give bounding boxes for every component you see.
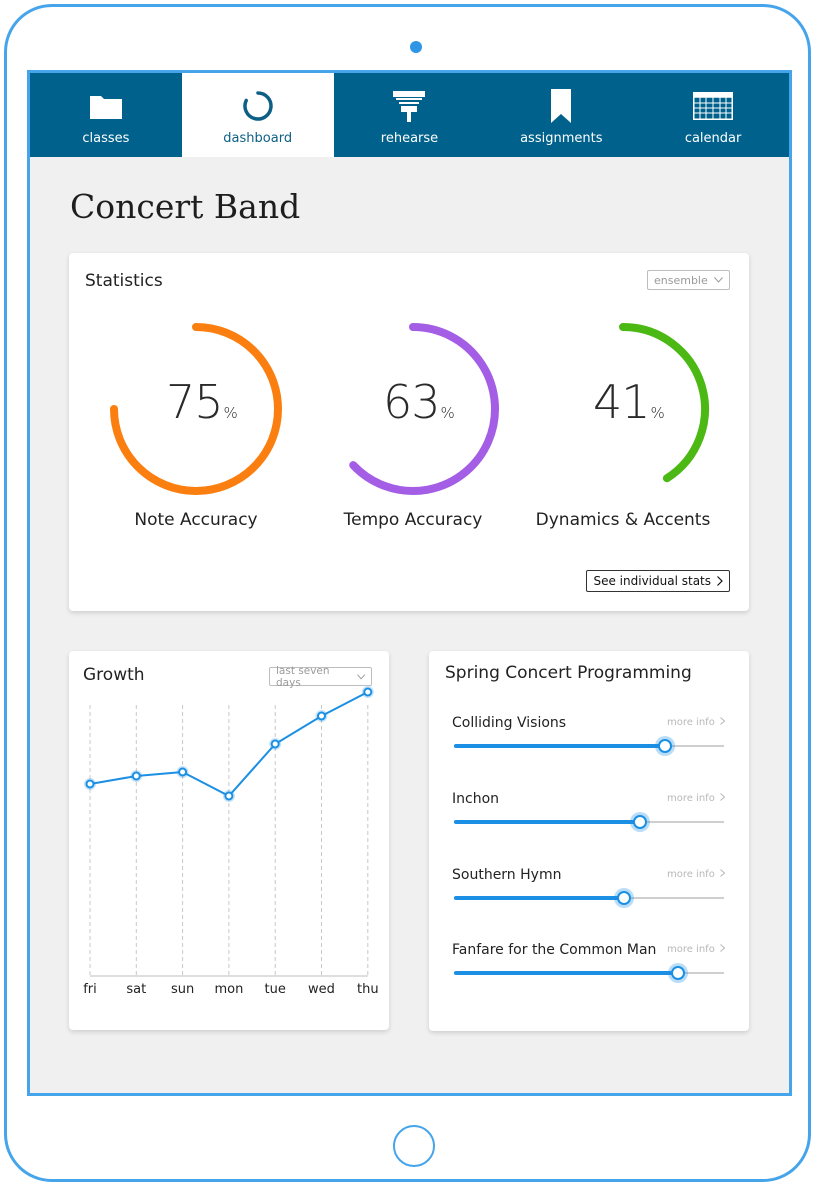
nav-item-dashboard[interactable]: dashboard xyxy=(181,73,334,157)
nav-label: classes xyxy=(82,131,130,146)
program-title: Southern Hymn xyxy=(452,867,562,883)
x-tick-label: sun xyxy=(171,982,194,997)
program-item: Colliding Visions more info xyxy=(429,715,749,775)
chevron-right-icon xyxy=(720,717,726,725)
nav-label: rehearse xyxy=(380,131,439,146)
x-tick-label: mon xyxy=(214,982,243,997)
home-button[interactable] xyxy=(393,1125,435,1167)
slider-handle[interactable] xyxy=(617,891,632,905)
dashboard-ring-icon xyxy=(242,89,274,123)
x-tick-label: wed xyxy=(308,982,335,997)
x-tick-label: fri xyxy=(83,982,97,997)
button-label: See individual stats xyxy=(593,574,711,588)
progress-slider[interactable] xyxy=(454,966,724,980)
progress-fill xyxy=(454,971,679,975)
more-info-label: more info xyxy=(666,944,715,955)
slider-handle[interactable] xyxy=(671,966,686,980)
statistics-card: Statistics ensemble 75% Note Accuracy 63% T… xyxy=(69,253,749,611)
more-info-link[interactable]: more info xyxy=(666,869,726,880)
x-tick-label: thu xyxy=(357,982,379,997)
progress-fill xyxy=(454,896,625,900)
x-tick-label: tue xyxy=(265,982,286,997)
nav-item-classes[interactable]: classes xyxy=(30,73,182,157)
app-screen: classes dashboard rehearse assignments c… xyxy=(27,70,792,1096)
program-item: Southern Hymn more info xyxy=(429,867,749,927)
progress-fill xyxy=(454,744,665,748)
growth-line-chart: fri sat sun mon tue wed thu xyxy=(83,686,379,997)
progress-slider[interactable] xyxy=(454,739,724,753)
camera-dot xyxy=(410,41,422,53)
slider-handle[interactable] xyxy=(657,739,672,753)
data-point[interactable] xyxy=(317,711,326,721)
data-point[interactable] xyxy=(363,687,373,697)
x-tick-label: sat xyxy=(126,982,146,997)
program-title: Colliding Visions xyxy=(452,715,567,731)
nav-label: dashboard xyxy=(223,131,293,146)
more-info-link[interactable]: more info xyxy=(666,793,726,804)
progress-slider[interactable] xyxy=(454,815,724,829)
progress-slider[interactable] xyxy=(454,891,724,905)
gauge-unit: % xyxy=(650,404,665,422)
data-point[interactable] xyxy=(224,791,234,801)
more-info-label: more info xyxy=(666,793,715,804)
gauge-number: 41 xyxy=(593,375,651,429)
progress-fill xyxy=(454,820,641,824)
nav-label: calendar xyxy=(684,131,742,146)
data-point[interactable] xyxy=(178,767,188,777)
page-title: Concert Band xyxy=(70,187,301,226)
chevron-right-icon xyxy=(720,793,726,801)
data-point[interactable] xyxy=(270,739,280,749)
nav-item-calendar[interactable]: calendar xyxy=(637,73,789,157)
chevron-right-icon xyxy=(720,944,726,952)
data-point[interactable] xyxy=(131,771,141,781)
program-title: Fanfare for the Common Man xyxy=(452,942,657,958)
gauge-value: 41% xyxy=(593,375,665,429)
program-item: Inchon more info xyxy=(429,791,749,851)
gauge-label: Dynamics & Accents xyxy=(535,510,711,530)
calendar-icon xyxy=(693,89,734,123)
more-info-label: more info xyxy=(666,869,715,880)
nav-item-assignments[interactable]: assignments xyxy=(485,73,637,157)
chevron-right-icon xyxy=(717,576,723,586)
data-point[interactable] xyxy=(85,779,95,789)
music-stand-icon xyxy=(392,89,426,123)
program-item: Fanfare for the Common Man more info xyxy=(429,942,749,1002)
nav-item-rehearse[interactable]: rehearse xyxy=(334,73,486,157)
growth-card: Growth last seven days fri sat sun mon tue we… xyxy=(69,651,389,1030)
program-title: Inchon xyxy=(452,791,500,807)
see-individual-stats-button[interactable]: See individual stats xyxy=(586,570,730,592)
programming-card: Spring Concert Programming Colliding Vis… xyxy=(429,651,749,1031)
gauge-arc-svg xyxy=(619,323,709,483)
more-info-link[interactable]: more info xyxy=(666,944,726,955)
folder-icon xyxy=(89,89,123,123)
slider-handle[interactable] xyxy=(633,815,648,829)
top-nav: classes dashboard rehearse assignments c… xyxy=(30,73,789,157)
chevron-right-icon xyxy=(720,869,726,877)
nav-label: assignments xyxy=(520,131,603,146)
programming-title: Spring Concert Programming xyxy=(445,663,692,683)
bookmark-icon xyxy=(550,89,572,123)
more-info-label: more info xyxy=(666,717,715,728)
more-info-link[interactable]: more info xyxy=(666,717,726,728)
